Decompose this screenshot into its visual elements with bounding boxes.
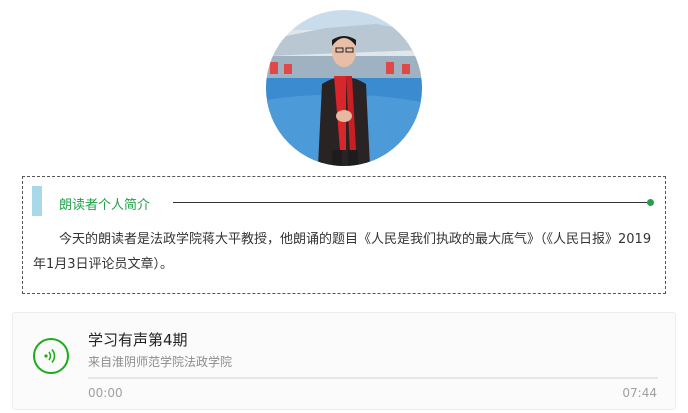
audio-player-card[interactable]: 学习有声第4期 来自淮阴师范学院法政学院 00:00 07:44 bbox=[12, 312, 676, 410]
reader-bio-text: 今天的朗读者是法政学院蒋大平教授，他朗诵的题目《人民是我们执政的最大底气》（《人… bbox=[33, 232, 652, 272]
reader-intro-box: 朗读者个人简介 今天的朗读者是法政学院蒋大平教授，他朗诵的题目《人民是我们执政的… bbox=[22, 176, 666, 294]
audio-current-time: 00:00 bbox=[88, 386, 123, 400]
sound-wave-icon bbox=[44, 349, 56, 363]
title-divider-dot bbox=[647, 199, 654, 206]
reader-avatar bbox=[266, 10, 422, 166]
section-title: 朗读者个人简介 bbox=[59, 198, 151, 213]
title-divider-line bbox=[173, 202, 651, 203]
audio-source: 来自淮阴师范学院法政学院 bbox=[88, 355, 233, 369]
audio-duration: 07:44 bbox=[622, 386, 657, 400]
reader-photo bbox=[266, 10, 422, 166]
audio-progress-bar[interactable] bbox=[88, 377, 658, 379]
play-button[interactable] bbox=[33, 338, 69, 374]
section-accent-bar bbox=[32, 186, 42, 216]
audio-title: 学习有声第4期 bbox=[88, 331, 188, 349]
